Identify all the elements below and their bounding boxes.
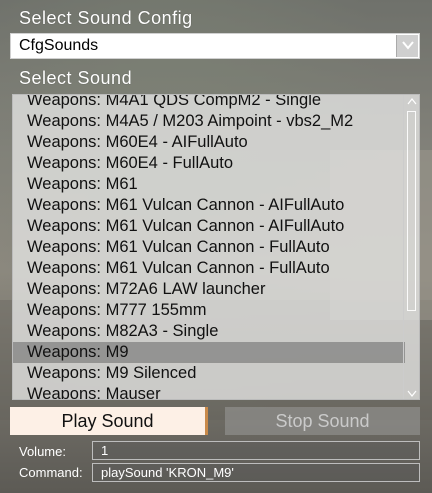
sound-list-scrollbar[interactable] [403,95,419,399]
sound-list-item[interactable]: Weapons: Mauser [13,384,405,399]
command-field[interactable]: playSound 'KRON_M9' [92,463,420,482]
select-sound-config-label: Select Sound Config [19,8,193,28]
scroll-up-icon[interactable] [404,95,419,107]
sound-list-items: Weapons: M4A1 QDS CompM2 - Single Weapons… [13,95,405,399]
sound-list-item[interactable]: Weapons: M61 Vulcan Cannon - AIFullAuto [13,195,405,216]
command-label: Command: [19,465,83,480]
stop-sound-button[interactable]: Stop Sound [225,407,420,435]
sound-list[interactable]: Weapons: M4A1 QDS CompM2 - Single Weapons… [12,94,420,400]
volume-value: 1 [101,443,109,458]
sound-list-item[interactable]: Weapons: M82A3 - Single [13,321,405,342]
sound-list-item[interactable]: Weapons: M4A1 QDS CompM2 - Single [13,95,405,111]
sound-config-value: CfgSounds [19,37,99,54]
chevron-down-icon[interactable] [396,35,418,57]
sound-list-item[interactable]: Weapons: M60E4 - FullAuto [13,153,405,174]
scrollbar-thumb[interactable] [407,111,416,311]
sound-list-item[interactable]: Weapons: M61 Vulcan Cannon - FullAuto [13,237,405,258]
volume-field[interactable]: 1 [92,441,420,460]
sound-list-item[interactable]: Weapons: M9 Silenced [13,363,405,384]
sound-list-item[interactable]: Weapons: M72A6 LAW launcher [13,279,405,300]
scroll-down-icon[interactable] [404,387,419,399]
select-sound-label: Select Sound [19,68,133,88]
sound-list-item[interactable]: Weapons: M4A5 / M203 Aimpoint - vbs2_M2 [13,111,405,132]
sound-list-item[interactable]: Weapons: M60E4 - AIFullAuto [13,132,405,153]
volume-label: Volume: [19,444,66,459]
command-value: playSound 'KRON_M9' [101,465,234,480]
sound-list-item[interactable]: Weapons: M61 [13,174,405,195]
sound-list-item[interactable]: Weapons: M777 155mm [13,300,405,321]
sound-list-item[interactable]: Weapons: M9 [13,342,405,363]
sound-list-item[interactable]: Weapons: M61 Vulcan Cannon - FullAuto [13,258,405,279]
sound-config-dropdown[interactable]: CfgSounds [10,33,420,59]
sound-list-item[interactable]: Weapons: M61 Vulcan Cannon - AIFullAuto [13,216,405,237]
play-sound-button[interactable]: Play Sound [10,407,208,435]
